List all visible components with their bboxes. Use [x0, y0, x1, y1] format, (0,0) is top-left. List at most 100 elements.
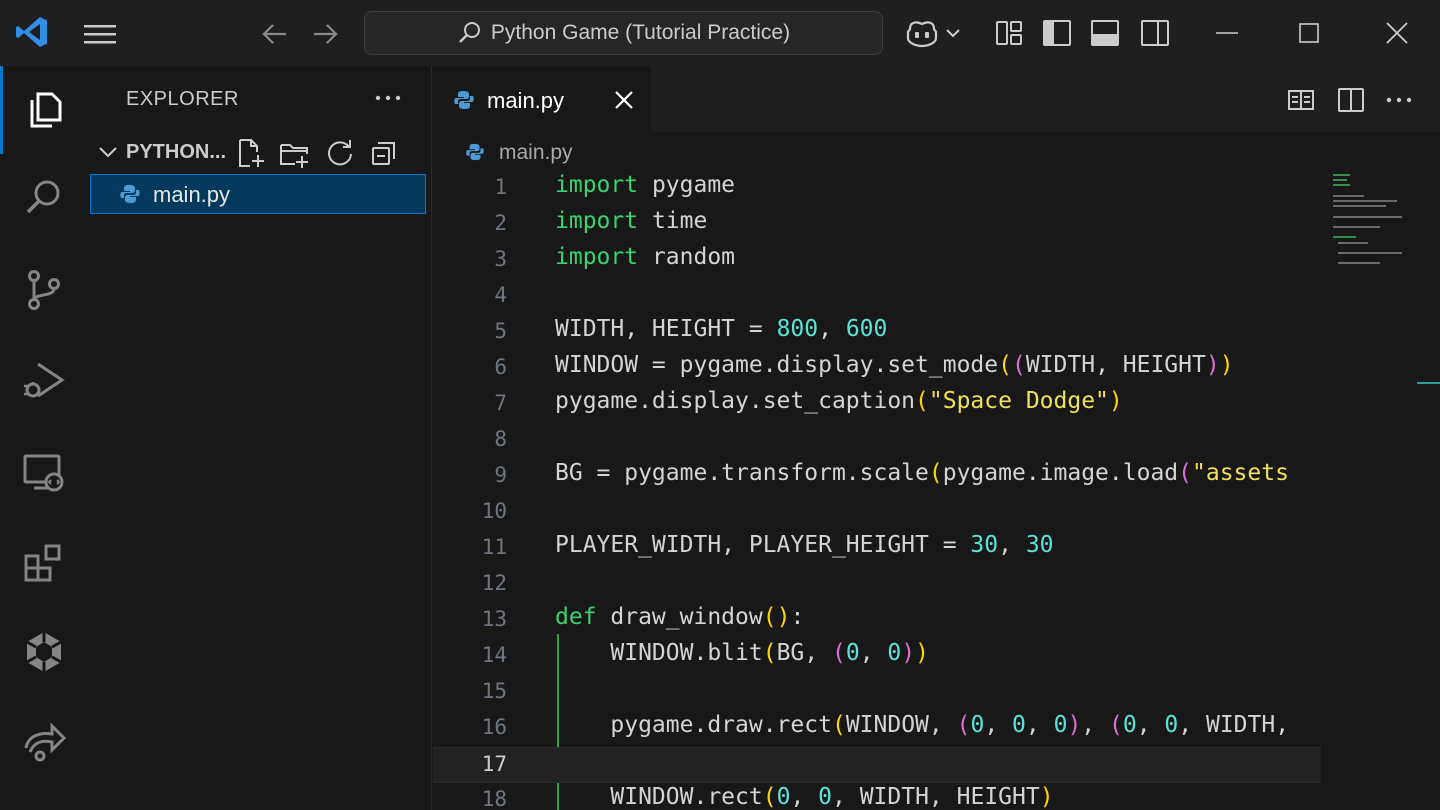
minimap-line — [1333, 205, 1387, 208]
more-actions-icon[interactable] — [1383, 84, 1415, 116]
workspace-folder-header[interactable]: PYTHON... — [88, 132, 426, 172]
minimize-icon[interactable] — [1210, 16, 1244, 50]
minimap-line — [1333, 179, 1348, 182]
command-center-search[interactable]: Python Game (Tutorial Practice) — [364, 11, 883, 55]
line-number: 15 — [481, 679, 507, 703]
code-line[interactable]: 9 BG = pygame.transform.scale(pygame.imag… — [433, 459, 1321, 495]
code-line[interactable]: 7 pygame.display.set_caption("Space Dodge… — [433, 387, 1321, 423]
line-number: 5 — [494, 319, 507, 343]
copilot-icon — [906, 21, 938, 48]
extensions-icon — [24, 544, 61, 582]
code-line[interactable]: 13 def draw_window(): — [433, 603, 1321, 639]
minimap-scroll-indicator — [1417, 382, 1440, 384]
refresh-icon[interactable] — [324, 137, 356, 169]
tab-label: main.py — [487, 88, 565, 113]
activity-remote-explorer[interactable] — [0, 428, 88, 516]
python-file-icon — [120, 185, 140, 203]
code-text: def draw_window(): — [555, 604, 805, 630]
search-icon — [26, 180, 60, 214]
code-text: import random — [555, 244, 736, 270]
close-tab-icon[interactable] — [611, 87, 637, 113]
code-text: BG = pygame.transform.scale(pygame.image… — [555, 460, 1289, 486]
search-icon — [459, 22, 480, 43]
code-line[interactable]: 16 pygame.draw.rect(WINDOW, (0, 0, 0), (… — [433, 711, 1321, 747]
code-line[interactable]: 1 import pygame — [433, 172, 1321, 207]
code-line[interactable]: 18 WINDOW.rect(0, 0, WIDTH, HEIGHT) — [433, 783, 1321, 810]
new-folder-icon[interactable] — [278, 137, 310, 169]
code-line[interactable]: 5 WIDTH, HEIGHT = 800, 600 — [433, 315, 1321, 351]
minimap[interactable] — [1321, 134, 1440, 810]
minimap-line — [1333, 236, 1357, 239]
explorer-file-item[interactable]: main.py — [90, 174, 426, 214]
line-number: 3 — [494, 247, 507, 271]
code-line[interactable]: 2 import time — [433, 207, 1321, 243]
python-file-icon — [466, 143, 484, 161]
toggle-primary-sidebar-icon[interactable] — [1040, 16, 1074, 50]
activity-extensions[interactable] — [0, 518, 88, 606]
code-text: WIDTH, HEIGHT = 800, 600 — [555, 316, 888, 342]
line-number: 13 — [481, 607, 507, 631]
code-line[interactable]: 6 WINDOW = pygame.display.set_mode((WIDTH… — [433, 351, 1321, 387]
line-number: 10 — [481, 499, 507, 523]
open-changes-icon[interactable] — [1285, 84, 1317, 116]
code-line[interactable]: 3 import random — [433, 243, 1321, 279]
minimap-line — [1333, 226, 1380, 228]
code-text: pygame.draw.rect(WINDOW, (0, 0, 0), (0, … — [555, 712, 1290, 738]
line-number: 2 — [494, 211, 507, 235]
remote-explorer-icon — [23, 454, 64, 492]
line-number: 17 — [481, 752, 507, 776]
file-name: main.py — [153, 182, 231, 207]
collapse-all-icon[interactable] — [368, 137, 400, 169]
breadcrumb[interactable]: main.py — [433, 134, 1323, 172]
close-window-icon[interactable] — [1380, 16, 1414, 50]
line-number: 9 — [494, 463, 507, 487]
code-line[interactable]: 12 — [433, 567, 1321, 603]
line-number: 16 — [481, 715, 507, 739]
live-share-icon — [24, 722, 67, 762]
extension-view-icon — [26, 632, 62, 672]
code-text: import time — [555, 208, 708, 234]
line-number: 1 — [494, 175, 507, 199]
toggle-panel-icon[interactable] — [1088, 16, 1122, 50]
breadcrumb-file: main.py — [499, 141, 573, 164]
minimap-line — [1333, 200, 1397, 202]
code-line[interactable]: 4 — [433, 279, 1321, 315]
copilot-button[interactable] — [904, 16, 964, 50]
minimap-line — [1333, 215, 1402, 218]
code-line[interactable]: 11 PLAYER_WIDTH, PLAYER_HEIGHT = 30, 30 — [433, 531, 1321, 567]
line-number: 4 — [494, 283, 507, 307]
code-line[interactable]: 17 — [433, 747, 1321, 783]
maximize-icon[interactable] — [1292, 16, 1326, 50]
code-text: WINDOW.rect(0, 0, WIDTH, HEIGHT) — [555, 784, 1054, 810]
code-editor[interactable]: 1 import pygame 2 import time 3 import random… — [433, 172, 1321, 810]
activity-extension-view[interactable] — [0, 608, 88, 696]
activity-live-share[interactable] — [0, 698, 88, 786]
command-center-label: Python Game (Tutorial Practice) — [490, 21, 791, 44]
toggle-secondary-sidebar-icon[interactable] — [1138, 16, 1172, 50]
minimap-line — [1333, 174, 1350, 176]
activity-explorer[interactable] — [0, 66, 88, 154]
split-editor-icon[interactable] — [1335, 84, 1367, 116]
code-line[interactable]: 10 — [433, 495, 1321, 531]
more-actions-icon[interactable] — [370, 80, 406, 116]
tab-main-py[interactable]: main.py — [433, 66, 651, 132]
minimap-line — [1338, 241, 1369, 244]
customize-layout-icon[interactable] — [992, 16, 1026, 50]
new-file-icon[interactable] — [234, 137, 266, 169]
code-line[interactable]: 15 — [433, 675, 1321, 711]
activity-source-control[interactable] — [0, 246, 88, 334]
activity-search[interactable] — [0, 154, 88, 242]
line-number: 18 — [481, 787, 507, 810]
code-line[interactable]: 8 — [433, 423, 1321, 459]
minimap-line — [1333, 194, 1365, 197]
code-line[interactable]: 14 WINDOW.blit(BG, (0, 0)) — [433, 639, 1321, 675]
minimap-line — [1338, 262, 1380, 265]
activity-run-debug[interactable] — [0, 336, 88, 424]
explorer-title: EXPLORER — [126, 88, 239, 110]
menu-icon[interactable] — [82, 20, 118, 48]
back-arrow-icon[interactable] — [258, 18, 292, 50]
code-text: PLAYER_WIDTH, PLAYER_HEIGHT = 30, 30 — [555, 532, 1054, 558]
run-debug-icon — [24, 362, 65, 398]
forward-arrow-icon[interactable] — [308, 18, 342, 50]
minimap-line — [1333, 184, 1350, 187]
